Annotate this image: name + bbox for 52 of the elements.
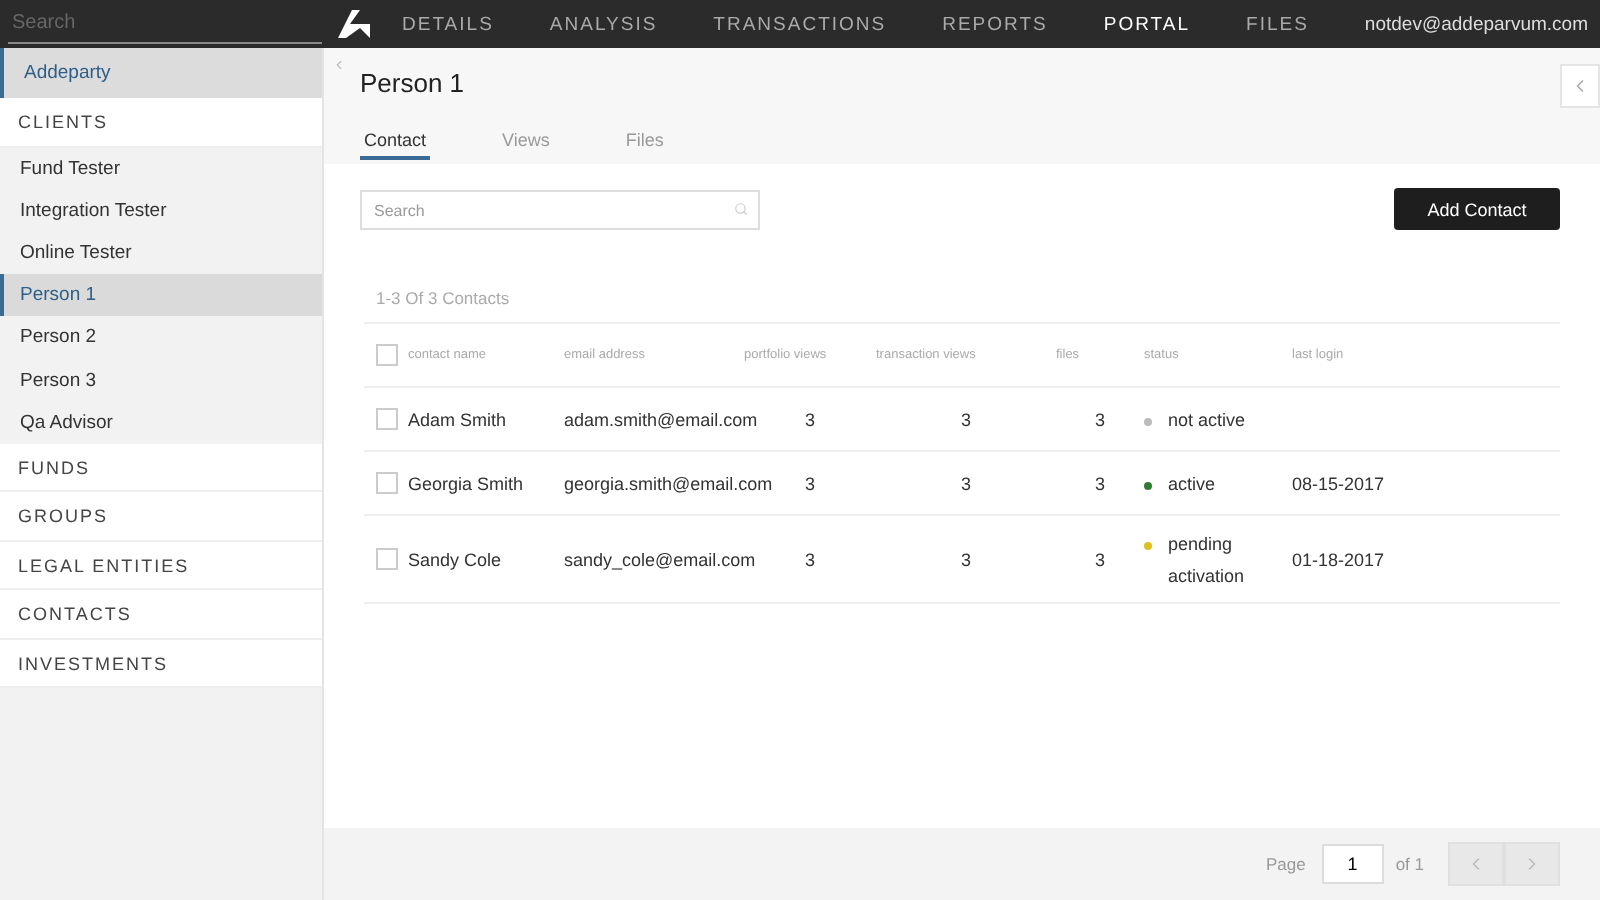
page-label: Page: [1265, 854, 1306, 874]
search-field[interactable]: Search: [8, 4, 323, 44]
sidebar-item[interactable]: Integration Tester: [0, 189, 322, 232]
sidebar-item[interactable]: Online Tester: [0, 231, 322, 275]
checkbox[interactable]: [376, 408, 398, 430]
table-cell: Georgia Smith: [408, 473, 524, 493]
table-cell: 3: [960, 409, 971, 429]
page-input[interactable]: 1: [1321, 844, 1384, 884]
nav-tab[interactable]: REPORTS: [942, 13, 1048, 35]
page-total: of 1: [1395, 854, 1424, 874]
previous-page-button[interactable]: [1448, 842, 1504, 886]
table-cell: 3: [804, 549, 815, 569]
table-cell-text: not active: [1168, 407, 1246, 433]
nav-tab[interactable]: DETAILS: [402, 13, 494, 35]
table-cell: 3: [1094, 549, 1105, 569]
table-cell: 3: [1094, 473, 1105, 493]
firm-item[interactable]: Addeparty: [0, 48, 322, 98]
checkbox[interactable]: [376, 344, 398, 366]
table-cell: 3: [804, 473, 815, 493]
next-page-button[interactable]: [1504, 842, 1560, 886]
add-contact-button[interactable]: Add Contact: [1394, 188, 1560, 230]
table-cell: adam.smith@email.com: [564, 409, 758, 429]
page-title: Person 1: [360, 68, 467, 98]
table-cell-text: pending activation: [1168, 531, 1247, 589]
table-cell: 3: [960, 473, 971, 493]
nav-tab[interactable]: TRANSACTIONS: [713, 13, 887, 35]
checkbox[interactable]: [376, 548, 398, 570]
search-icon: [734, 201, 748, 215]
contact-count: 1-3 Of 3 Contacts: [376, 288, 512, 312]
table-cell: georgia.smith@email.com: [564, 473, 773, 493]
nav-tab[interactable]: PORTAL: [1103, 13, 1191, 35]
table-cell: 3: [1094, 409, 1105, 429]
user-email[interactable]: notdev@addeparvum.com: [1364, 13, 1588, 35]
nav-tab[interactable]: FILES: [1246, 13, 1309, 35]
sidebar-item[interactable]: Person 1: [0, 274, 322, 317]
table-cell: sandy_cole@email.com: [564, 549, 756, 569]
table-cell: Sandy Cole: [408, 549, 502, 569]
table-cell: Adam Smith: [408, 409, 507, 429]
table-cell: 3: [960, 549, 971, 569]
table-cell: 01-18-2017: [1292, 549, 1385, 569]
table-cell-text: active: [1168, 471, 1216, 497]
sidebar-item[interactable]: Person 2: [0, 316, 322, 359]
tab[interactable]: Contact: [360, 130, 431, 160]
nav-tab[interactable]: ANALYSIS: [549, 13, 658, 35]
table-cell: 3: [804, 409, 815, 429]
sidebar-item[interactable]: Person 3: [0, 358, 322, 402]
panel-toggle-button[interactable]: [1560, 64, 1600, 108]
logo-icon: [338, 10, 371, 38]
table-cell: 08-15-2017: [1292, 473, 1385, 493]
sidebar-item[interactable]: Fund Tester: [0, 147, 322, 190]
sidebar-item[interactable]: Qa Advisor: [0, 401, 322, 444]
checkbox[interactable]: [376, 472, 398, 494]
